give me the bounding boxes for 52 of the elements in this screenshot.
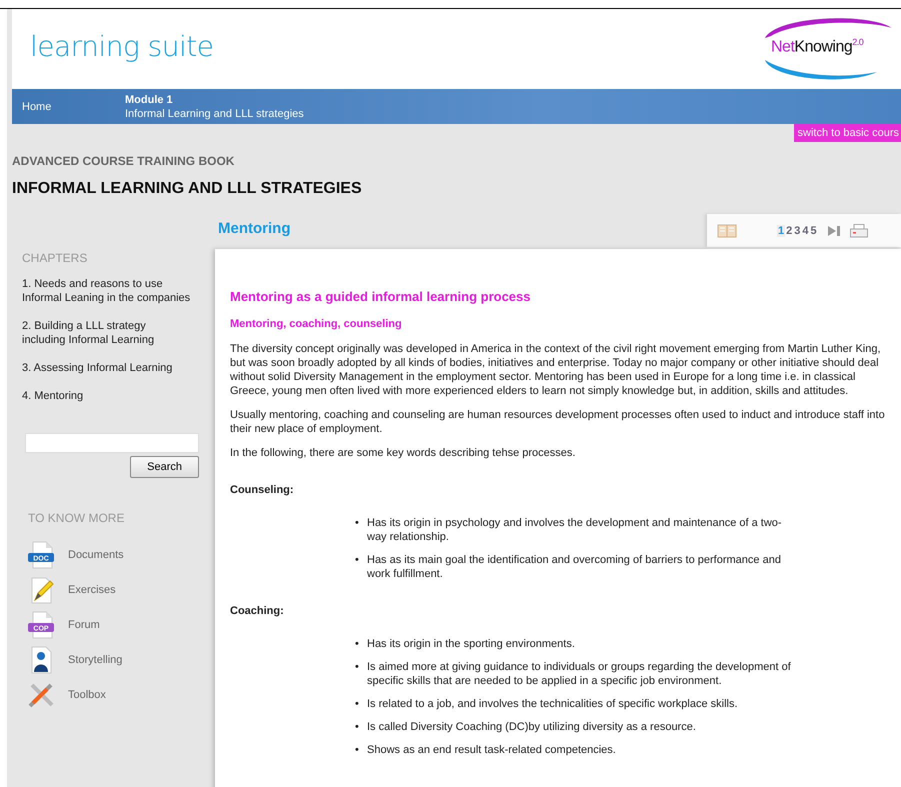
search-field[interactable]: [25, 433, 199, 453]
chapters-heading: CHAPTERS: [22, 251, 88, 265]
resource-link[interactable]: Documents: [68, 549, 124, 561]
resource-link[interactable]: Exercises: [68, 584, 116, 596]
book-title: INFORMAL LEARNING AND LLL STRATEGIES: [12, 180, 363, 198]
section-heading: Coaching:: [230, 605, 285, 617]
paragraph: The diversity concept originally was developed in America in the context of the civil right movement emerging from Martin Luther King, but was soon broadly adopted by all kinds of bodies, initiatives and enterprise. Today no major company or other initiative should deal without solid Diversity Management in the employment sector. Mentoring has been used in Europe for a long time i.e. in classical Greece, young men often lived with more experienced elders to learn not simply knowledge but, in addition, skills and attitudes.: [230, 342, 882, 398]
chapter-link[interactable]: 1. Needs and reasons to use Informal Leaning in the companies: [22, 277, 192, 305]
bullet-item: Is aimed more at giving guidance to individuals or groups regarding the development of specific skills that are needed to be applied in a specific job environment.: [367, 660, 792, 688]
section-title: Mentoring: [217, 219, 290, 237]
bullet-marker: •: [355, 697, 360, 711]
module-title: Informal Learning and LLL strategies: [125, 106, 304, 120]
bullet-marker: •: [355, 720, 360, 734]
chapter-link[interactable]: 3. Assessing Informal Learning: [22, 361, 192, 375]
home-link[interactable]: Home: [12, 100, 125, 112]
bullet-marker: •: [355, 516, 360, 531]
article-title: Mentoring as a guided informal learning process: [230, 289, 532, 304]
bullet-marker: •: [355, 637, 360, 651]
bullet-item: Shows as an end result task-related competencies.: [367, 743, 616, 757]
book-label: ADVANCED COURSE TRAINING BOOK: [12, 154, 236, 168]
bullet-item: Has as its main goal the identification and overcoming of barriers to performance and work fulfillment.: [367, 553, 782, 581]
article-subtitle: Mentoring, coaching, counseling: [230, 318, 403, 330]
resource-link[interactable]: Forum: [68, 619, 100, 631]
bullet-marker: •: [355, 660, 360, 675]
tools-icon[interactable]: [27, 681, 55, 709]
page-link[interactable]: 5: [810, 224, 818, 236]
more-heading: TO KNOW MORE: [28, 511, 126, 525]
chapter-link[interactable]: 4. Mentoring: [22, 389, 192, 403]
bullet-marker: •: [355, 553, 360, 568]
bullet-item: Is called Diversity Coaching (DC)by utilizing diversity as a resource.: [367, 720, 696, 734]
page-link[interactable]: 1: [777, 224, 786, 236]
bullet-marker: •: [355, 743, 360, 757]
page-link[interactable]: 3: [793, 224, 802, 236]
switch-course-button[interactable]: switch to basic cours: [794, 124, 901, 142]
chapter-link[interactable]: 2. Building a LLL strategy including Informal Learning: [22, 319, 192, 347]
paragraph: In the following, there are some key words describing tehse processes.: [230, 446, 576, 460]
page-link[interactable]: 4: [801, 224, 810, 236]
printer-icon[interactable]: [850, 224, 868, 238]
last-page-icon[interactable]: [828, 226, 840, 236]
resource-link[interactable]: Toolbox: [68, 689, 106, 701]
bullet-item: Is related to a job, and involves the technicalities of specific workplace skills.: [367, 697, 738, 711]
paragraph: Usually mentoring, coaching and counseling are human resources development processes often used to induct and introduce staff into their new place of employment.: [230, 408, 886, 436]
resource-link[interactable]: Storytelling: [68, 654, 122, 666]
book-icon[interactable]: [717, 224, 737, 238]
page-link[interactable]: 2: [785, 224, 794, 236]
bullet-item: Has its origin in psychology and involves the development and maintenance of a two-way relationship.: [367, 516, 783, 544]
site-title: learning suite: [30, 30, 214, 62]
section-heading: Counseling:: [230, 484, 295, 496]
module-label: Module 1: [125, 92, 174, 106]
logo-text: NetKnowing$^{2.0}$: [771, 37, 864, 56]
search-button[interactable]: Search: [130, 456, 199, 478]
bullet-item: Has its origin in the sporting environments.: [367, 637, 575, 651]
